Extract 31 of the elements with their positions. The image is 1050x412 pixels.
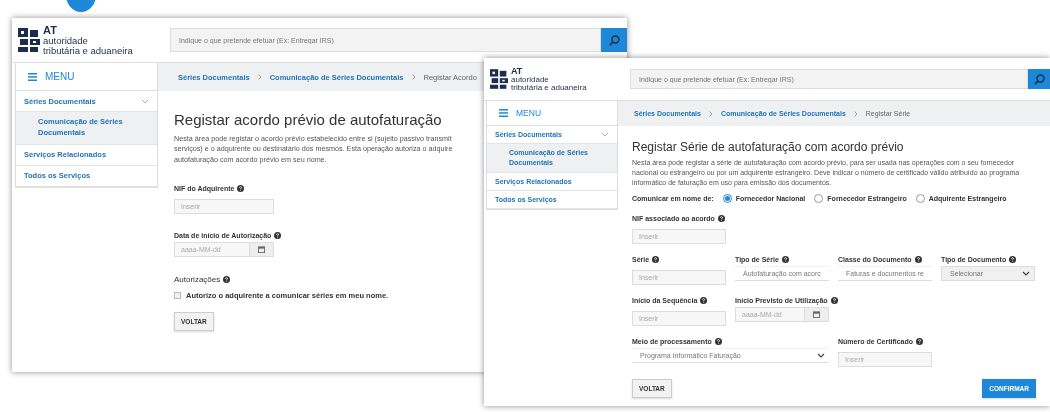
chevron-right-icon xyxy=(853,110,858,117)
search-icon xyxy=(608,34,620,46)
menu-icon xyxy=(28,72,37,81)
logo-text: tributária e aduaneira xyxy=(43,45,133,55)
radio-button[interactable] xyxy=(915,194,925,204)
emblem-icon xyxy=(490,69,508,89)
calendar-icon xyxy=(258,246,265,254)
calendar-icon xyxy=(813,311,820,319)
calendar-button[interactable] xyxy=(805,307,829,323)
page-title: Registar Série de autofaturação com acordo prévio xyxy=(632,140,904,154)
radio-button[interactable] xyxy=(722,194,732,204)
chevron-down-icon xyxy=(817,353,825,359)
checkbox[interactable] xyxy=(174,292,181,300)
chevron-down-icon xyxy=(1022,271,1030,277)
logo-text: autoridade xyxy=(43,36,89,46)
chevron-right-icon xyxy=(708,110,713,117)
search-button[interactable] xyxy=(601,28,627,52)
calendar-button[interactable] xyxy=(250,242,274,258)
emblem-icon xyxy=(18,28,40,52)
logo-text: autoridade xyxy=(511,75,550,84)
logo-abbreviation: AT xyxy=(43,25,58,36)
logo-text: tributária e aduaneira xyxy=(511,83,587,92)
logo-abbreviation: AT xyxy=(511,66,524,76)
radio-button[interactable] xyxy=(814,194,824,204)
menu-icon xyxy=(499,109,508,117)
search-button[interactable] xyxy=(1028,69,1050,89)
search-icon xyxy=(1033,73,1045,85)
chevron-right-icon xyxy=(411,74,416,80)
page-title: Registar acordo prévio de autofaturação xyxy=(174,111,442,128)
chevron-right-icon xyxy=(257,74,262,80)
field-label: Autorizações xyxy=(174,275,221,285)
